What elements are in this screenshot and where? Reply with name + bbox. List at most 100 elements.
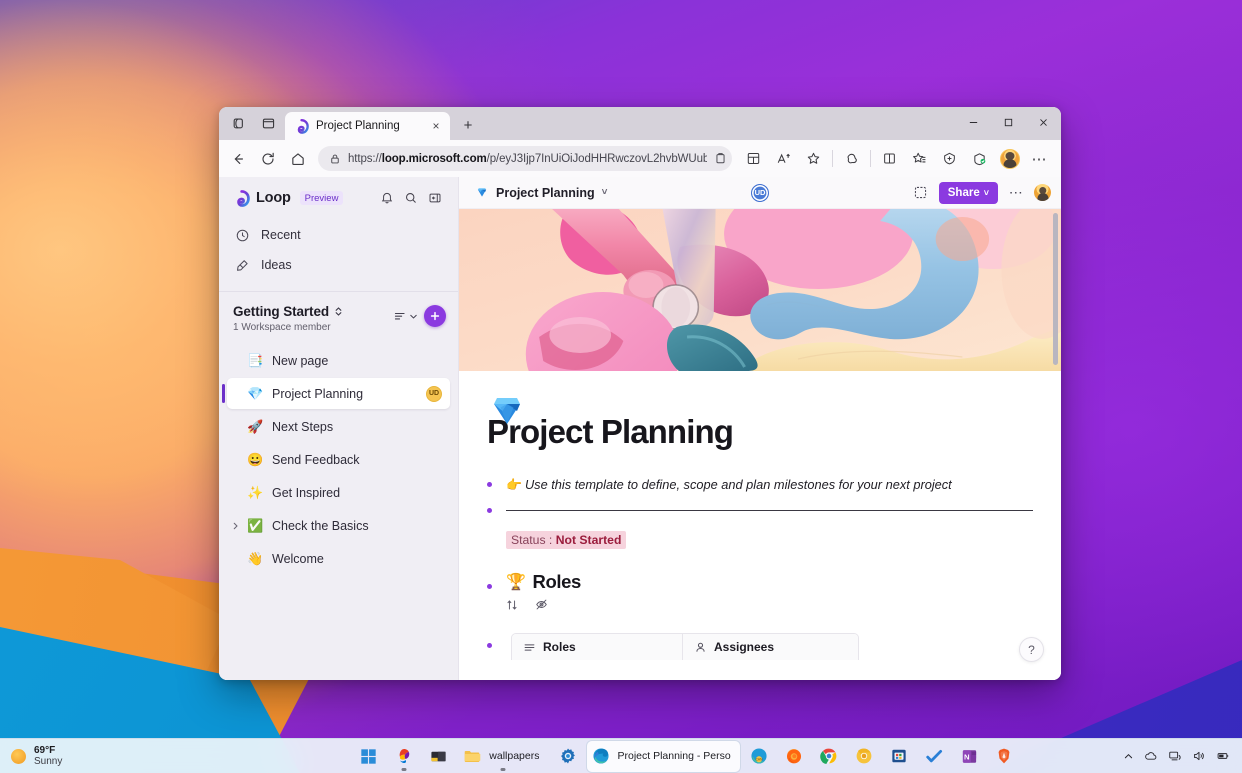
favorites-list-icon[interactable] <box>905 144 934 173</box>
back-button[interactable] <box>223 144 252 173</box>
sort-list-icon[interactable] <box>393 306 418 326</box>
document-title-text: Project Planning <box>496 185 595 200</box>
page-label: Check the Basics <box>272 518 369 533</box>
new-tab-button[interactable]: + <box>455 112 481 138</box>
table-toolbar <box>506 598 1033 616</box>
weather-temperature: 69°F <box>34 744 56 756</box>
help-button[interactable]: ? <box>1019 637 1044 662</box>
onedrive-cloud-icon[interactable] <box>1144 749 1158 763</box>
tab-actions-icon[interactable] <box>223 108 253 138</box>
tab-close-icon[interactable]: × <box>428 118 444 134</box>
loop-sidebar: Loop Preview Recent Ideas Getting Starte… <box>219 177 459 680</box>
cover-image <box>459 209 1061 371</box>
chrome-icon <box>820 747 838 765</box>
taskbar-app-office[interactable] <box>388 741 419 772</box>
bullet-dot <box>487 508 492 514</box>
table-column-assignees[interactable]: Assignees <box>683 634 785 660</box>
site-info-icon[interactable] <box>329 153 341 165</box>
page-item[interactable]: ✨ Get Inspired <box>227 477 450 508</box>
volume-icon[interactable] <box>1192 749 1206 763</box>
reading-view-icon[interactable] <box>714 152 727 165</box>
split-screen-icon[interactable] <box>253 108 283 138</box>
split-screen-icon[interactable] <box>875 144 904 173</box>
page-emoji: ✨ <box>247 485 264 500</box>
copy-link-icon[interactable] <box>909 181 933 205</box>
close-button[interactable] <box>1026 107 1061 138</box>
table-column-label: Assignees <box>714 640 775 655</box>
start-button[interactable] <box>353 741 384 772</box>
page-item[interactable]: 📑 New page <box>227 345 450 376</box>
page-item[interactable]: 💎 Project Planning UD <box>222 378 450 409</box>
status-badge[interactable]: Status : Not Started <box>506 531 627 550</box>
intro-text[interactable]: 👉 Use this template to define, scope and … <box>506 475 952 494</box>
edge-icon <box>592 747 610 765</box>
table-column-roles[interactable]: Roles <box>512 634 683 661</box>
svg-text:CAN: CAN <box>756 758 763 762</box>
battery-icon[interactable] <box>1216 749 1230 763</box>
taskbar-app-brave[interactable] <box>989 741 1020 772</box>
chevron-down-icon[interactable]: ˅ <box>602 187 608 198</box>
taskbar-app-todo[interactable] <box>919 741 950 772</box>
document-body: Project Planning 👉 Use this template to d… <box>459 398 1061 661</box>
weather-widget[interactable]: 69°F Sunny <box>0 745 250 768</box>
presence-avatar[interactable]: UD <box>751 183 769 202</box>
show-hidden-icons[interactable] <box>1123 751 1134 762</box>
copilot-icon[interactable] <box>837 144 866 173</box>
taskbar-app-filemanager[interactable] <box>423 741 454 772</box>
settings-more-icon[interactable]: ⋯ <box>1025 144 1054 173</box>
page-item[interactable]: ✅ Check the Basics <box>227 510 450 541</box>
read-aloud-icon[interactable] <box>769 144 798 173</box>
favorites-star-icon[interactable] <box>799 144 828 173</box>
taskbar-app-store[interactable] <box>884 741 915 772</box>
chevron-updown-icon <box>335 307 342 316</box>
expand-chevron-icon[interactable] <box>231 521 240 530</box>
sidebar-item-ideas[interactable]: Ideas <box>227 251 450 279</box>
document-header: Project Planning ˅ UD Share ˅ ⋯ <box>459 177 1061 209</box>
network-icon[interactable] <box>1168 749 1182 763</box>
browser-essentials-icon[interactable] <box>935 144 964 173</box>
hide-fields-icon[interactable] <box>535 598 548 616</box>
home-icon[interactable] <box>283 144 312 173</box>
address-bar[interactable]: https://loop.microsoft.com/p/eyJ3Ijp7InU… <box>318 146 732 171</box>
horizontal-rule <box>506 510 1033 512</box>
table-column-label: Roles <box>543 640 576 655</box>
workspace-switcher[interactable]: Getting Started <box>233 304 393 319</box>
page-item[interactable]: 😀 Send Feedback <box>227 444 450 475</box>
more-options-icon[interactable]: ⋯ <box>1004 181 1028 205</box>
loop-brand: Loop Preview <box>233 187 446 209</box>
page-item[interactable]: 🚀 Next Steps <box>227 411 450 442</box>
taskbar-window-wallpapers[interactable]: wallpapers <box>458 741 548 772</box>
divider-bullet <box>487 501 1033 514</box>
taskbar-app-settings[interactable] <box>552 741 583 772</box>
add-page-button[interactable] <box>424 305 446 327</box>
collapse-sidebar-icon[interactable] <box>424 187 446 209</box>
person-column-icon <box>696 642 705 652</box>
profile-avatar <box>999 148 1020 169</box>
pointing-finger-emoji: 👉 <box>506 477 522 492</box>
document-title-breadcrumb[interactable]: Project Planning ˅ <box>475 186 607 200</box>
taskbar-app-chrome[interactable] <box>814 741 845 772</box>
minimize-button[interactable] <box>956 107 991 138</box>
maximize-button[interactable] <box>991 107 1026 138</box>
taskbar-app-chrome-canary[interactable] <box>849 741 880 772</box>
notifications-bell-icon[interactable] <box>376 187 398 209</box>
profile-avatar-button[interactable] <box>995 144 1024 173</box>
document-scrollbar[interactable] <box>1053 213 1058 365</box>
taskbar-app-onenote[interactable]: N <box>954 741 985 772</box>
taskbar-window-edge[interactable]: Project Planning - Perso <box>587 740 740 772</box>
extensions-icon[interactable] <box>965 144 994 173</box>
sort-rows-icon[interactable] <box>506 598 518 616</box>
weather-condition: Sunny <box>34 756 63 767</box>
browser-tab[interactable]: Project Planning × <box>285 112 450 140</box>
share-button[interactable]: Share ˅ <box>938 181 998 204</box>
page-item[interactable]: 👋 Welcome <box>227 543 450 574</box>
user-avatar[interactable] <box>1034 184 1051 201</box>
taskbar-app-edge-dev[interactable]: CAN <box>744 741 775 772</box>
refresh-icon[interactable] <box>253 144 282 173</box>
search-icon[interactable] <box>400 187 422 209</box>
taskbar-app-firefox[interactable] <box>779 741 810 772</box>
page-label: Get Inspired <box>272 485 341 500</box>
collections-icon[interactable] <box>739 144 768 173</box>
document-header-actions: Share ˅ ⋯ <box>909 181 1051 205</box>
sidebar-item-recent[interactable]: Recent <box>227 221 450 249</box>
